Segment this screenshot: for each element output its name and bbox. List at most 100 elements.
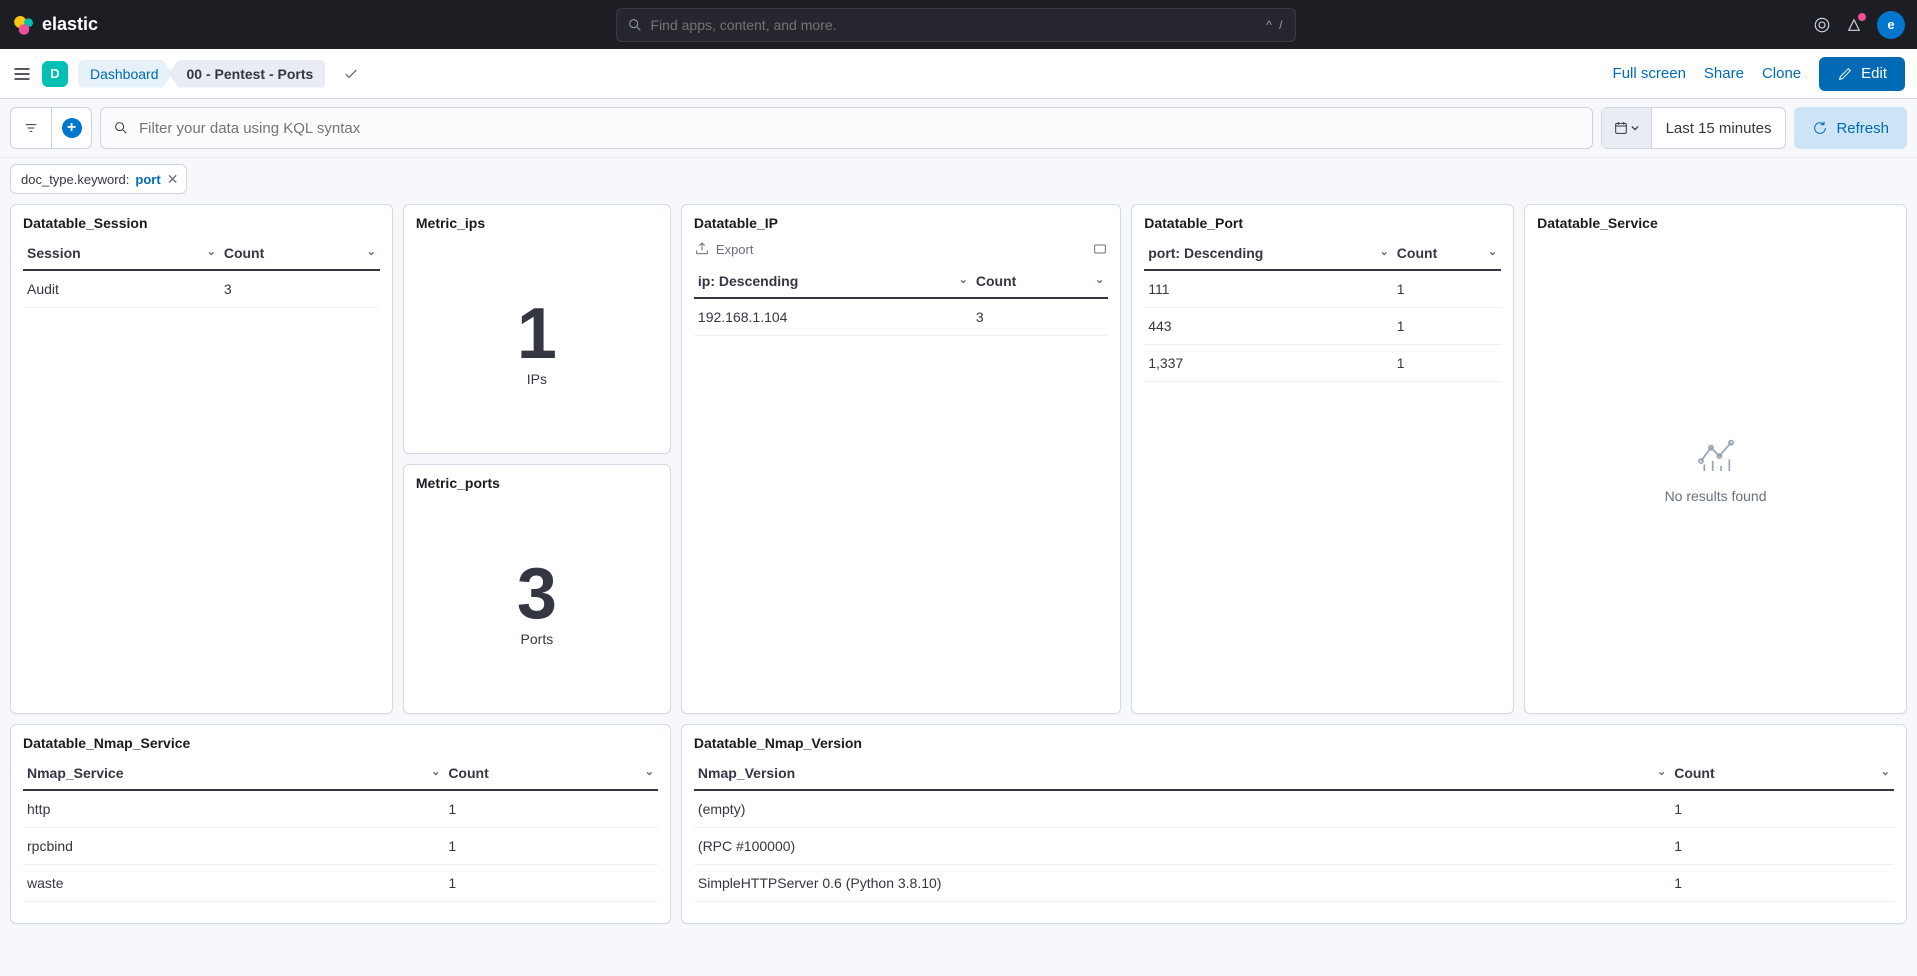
search-shortcut: ^ /: [1266, 18, 1284, 32]
share-button[interactable]: Share: [1704, 65, 1744, 82]
export-label: Export: [716, 242, 754, 257]
newsfeed-icon[interactable]: [1845, 16, 1863, 34]
panel-title: Datatable_Service: [1537, 215, 1894, 231]
col-count[interactable]: Count⌄: [220, 237, 380, 270]
pill-value: port: [135, 172, 160, 187]
refresh-icon: [1812, 120, 1828, 136]
global-search-input[interactable]: [651, 17, 1267, 33]
cell: 111: [1144, 270, 1393, 308]
no-results: No results found: [1537, 237, 1894, 703]
chevron-down-icon: ⌄: [367, 245, 376, 258]
filter-pill-doctype[interactable]: doc_type.keyword: port ✕: [10, 164, 187, 194]
cell: SimpleHTTPServer 0.6 (Python 3.8.10): [694, 865, 1670, 902]
nav-menu-icon[interactable]: [12, 64, 32, 84]
col-nmap-version[interactable]: Nmap_Version⌄: [694, 757, 1670, 790]
cell: 1: [444, 828, 658, 865]
clone-button[interactable]: Clone: [1762, 65, 1801, 82]
filter-pills: doc_type.keyword: port ✕: [0, 158, 1917, 204]
kql-input[interactable]: [139, 120, 1580, 137]
nmap-version-table: Nmap_Version⌄ Count⌄ (empty)1 (RPC #1000…: [694, 757, 1894, 902]
export-row: Export: [694, 237, 1108, 265]
table-row[interactable]: 4431: [1144, 308, 1501, 345]
logo-area: elastic: [12, 13, 98, 37]
cell: 1: [444, 865, 658, 902]
col-ip[interactable]: ip: Descending⌄: [694, 265, 972, 298]
table-row[interactable]: http1: [23, 790, 658, 828]
add-filter-button[interactable]: +: [51, 108, 91, 148]
cell: 1,337: [1144, 345, 1393, 382]
cell: http: [23, 790, 444, 828]
table-row[interactable]: Audit 3: [23, 270, 380, 308]
cell: rpcbind: [23, 828, 444, 865]
chart-line-icon: [1696, 436, 1736, 476]
pill-remove-icon[interactable]: ✕: [167, 171, 179, 188]
full-screen-button[interactable]: Full screen: [1613, 65, 1686, 82]
table-row[interactable]: 192.168.1.104 3: [694, 298, 1108, 336]
panel-service: Datatable_Service No results found: [1524, 204, 1907, 714]
filter-menu-button[interactable]: [11, 108, 51, 148]
cell: 1: [1393, 270, 1501, 308]
table-row[interactable]: (RPC #100000)1: [694, 828, 1894, 865]
user-avatar[interactable]: e: [1877, 11, 1905, 39]
nmap-service-table: Nmap_Service⌄ Count⌄ http1 rpcbind1 wast…: [23, 757, 658, 902]
col-count[interactable]: Count⌄: [444, 757, 658, 790]
breadcrumb: Dashboard 00 - Pentest - Ports: [78, 60, 325, 88]
panel-title: Datatable_Nmap_Version: [694, 735, 1894, 751]
table-row[interactable]: SimpleHTTPServer 0.6 (Python 3.8.10)1: [694, 865, 1894, 902]
table-row[interactable]: 1111: [1144, 270, 1501, 308]
pill-key: doc_type.keyword:: [21, 172, 129, 187]
port-table: port: Descending⌄ Count⌄ 1111 4431 1,337…: [1144, 237, 1501, 382]
table-row[interactable]: (empty)1: [694, 790, 1894, 828]
calendar-icon: [1613, 120, 1629, 136]
chevron-down-icon: ⌄: [645, 765, 654, 778]
cell: 1: [1670, 828, 1894, 865]
breadcrumb-dashboard[interactable]: Dashboard: [78, 60, 173, 88]
unsaved-check-icon[interactable]: [343, 66, 359, 82]
panel-port: Datatable_Port port: Descending⌄ Count⌄ …: [1131, 204, 1514, 714]
help-icon[interactable]: [1813, 16, 1831, 34]
table-row[interactable]: 1,3371: [1144, 345, 1501, 382]
dashboard-grid: Datatable_Session Session⌄ Count⌄ Audit …: [0, 204, 1917, 934]
col-port[interactable]: port: Descending⌄: [1144, 237, 1393, 270]
time-picker-button[interactable]: [1602, 108, 1652, 148]
table-row[interactable]: rpcbind1: [23, 828, 658, 865]
space-letter: D: [50, 66, 59, 81]
export-icon: [694, 241, 710, 257]
fullscreen-icon[interactable]: [1092, 241, 1108, 257]
col-count[interactable]: Count⌄: [1670, 757, 1894, 790]
metric-value: 1: [517, 293, 557, 375]
panel-metric-ports: Metric_ports 3 Ports: [403, 464, 671, 714]
plus-icon: +: [62, 118, 82, 138]
refresh-button[interactable]: Refresh: [1794, 107, 1907, 149]
export-button[interactable]: Export: [694, 241, 754, 257]
session-table: Session⌄ Count⌄ Audit 3: [23, 237, 380, 308]
time-picker: Last 15 minutes: [1601, 107, 1787, 149]
no-results-text: No results found: [1665, 488, 1767, 504]
panel-title: Metric_ports: [416, 475, 658, 491]
panel-nmap-version: Datatable_Nmap_Version Nmap_Version⌄ Cou…: [681, 724, 1907, 924]
space-selector[interactable]: D: [42, 61, 68, 87]
global-search[interactable]: ^ /: [616, 8, 1296, 42]
elastic-logo[interactable]: elastic: [12, 13, 98, 37]
cell: 1: [1670, 790, 1894, 828]
panel-session: Datatable_Session Session⌄ Count⌄ Audit …: [10, 204, 393, 714]
time-range-text[interactable]: Last 15 minutes: [1652, 108, 1786, 148]
avatar-letter: e: [1887, 17, 1894, 32]
search-icon: [627, 17, 643, 33]
panel-title: Metric_ips: [416, 215, 658, 231]
metric-body: 3 Ports: [416, 497, 658, 703]
kql-input-wrap[interactable]: [100, 107, 1593, 149]
table-row[interactable]: waste1: [23, 865, 658, 902]
panel-title: Datatable_Session: [23, 215, 380, 231]
col-count[interactable]: Count⌄: [1393, 237, 1501, 270]
edit-button[interactable]: Edit: [1819, 57, 1905, 91]
edit-label: Edit: [1861, 65, 1887, 82]
col-count[interactable]: Count⌄: [972, 265, 1108, 298]
col-nmap-service[interactable]: Nmap_Service⌄: [23, 757, 444, 790]
chevron-down-icon: ⌄: [959, 273, 968, 286]
col-session[interactable]: Session⌄: [23, 237, 220, 270]
panel-nmap-service: Datatable_Nmap_Service Nmap_Service⌄ Cou…: [10, 724, 671, 924]
ip-table: ip: Descending⌄ Count⌄ 192.168.1.104 3: [694, 265, 1108, 336]
search-wrap: ^ /: [98, 8, 1813, 42]
metric-label: Ports: [521, 631, 554, 647]
